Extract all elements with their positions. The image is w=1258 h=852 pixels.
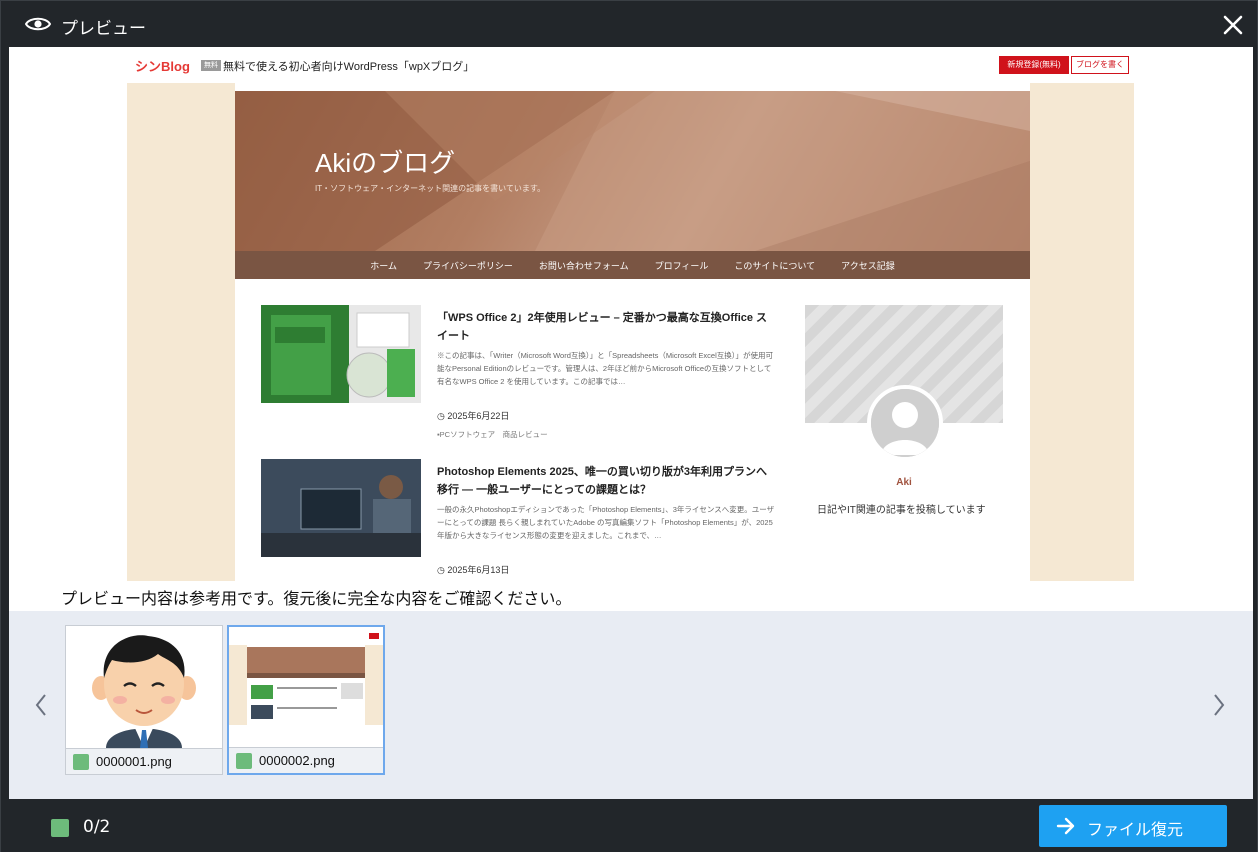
thumbnail-item[interactable]: 0000002.png	[227, 625, 385, 775]
blog-post: Photoshop Elements 2025、唯一の買い切り版が3年利用プラン…	[261, 459, 781, 581]
post-date: ◷ 2025年6月22日	[437, 411, 510, 421]
checkbox[interactable]	[73, 754, 89, 770]
restore-file-button[interactable]: ファイル復元	[1039, 805, 1227, 847]
post-excerpt: ※この記事は、「Writer（Microsoft Word互換）」と「Sprea…	[437, 351, 774, 386]
close-icon[interactable]	[1221, 13, 1245, 37]
chevron-right-icon[interactable]	[1209, 691, 1229, 719]
thumbnail-image	[66, 626, 222, 748]
write-blog-button: ブログを書く	[1071, 56, 1129, 74]
blog-description: IT・ソフトウェア・インターネット関連の記事を書いています。	[315, 184, 546, 193]
post-title: Photoshop Elements 2025、唯一の買い切り版が3年利用プラン…	[437, 466, 768, 496]
thumbnail-footer: 0000002.png	[229, 747, 383, 773]
main-panel: シンBlog 無料 無料で使える初心者向けWordPress「wpXブログ」 新…	[9, 47, 1253, 799]
blog-nav-item: プライバシーポリシー	[423, 261, 513, 271]
post-thumbnail	[261, 305, 421, 403]
post-date: ◷ 2025年6月13日	[437, 565, 510, 575]
blog-title: Akiのブログ	[315, 148, 456, 178]
bottom-bar: 0/2 ファイル復元	[1, 799, 1257, 852]
post-categories: ▪PCソフトウェア 商品レビュー	[437, 430, 548, 439]
blog-nav-item: ホーム	[370, 261, 398, 271]
thumbnail-footer: 0000001.png	[66, 748, 222, 774]
thumbnail-strip: 0000001.png 0000002.png	[9, 611, 1253, 799]
select-all-checkbox[interactable]	[51, 819, 69, 837]
title-bar: プレビュー	[1, 1, 1257, 47]
profile-text: 日記やIT関連の記事を投稿しています	[817, 505, 986, 516]
blog-nav-item: アクセス記録	[841, 261, 895, 271]
service-tagline: 無料で使える初心者向けWordPress「wpXブログ」	[223, 61, 475, 73]
thumbnail-filename: 0000002.png	[259, 753, 335, 768]
thumbnail-image	[229, 627, 383, 749]
post-date-text: 2025年6月22日	[447, 411, 510, 421]
free-tag: 無料	[201, 60, 221, 71]
blog-nav: ホーム プライバシーポリシー お問い合わせフォーム プロフィール このサイトにつ…	[235, 251, 1030, 279]
blog-content: Akiのブログ IT・ソフトウェア・インターネット関連の記事を書いています。 ホ…	[235, 83, 1030, 581]
post-title: 「WPS Office 2」2年使用レビュー – 定番かつ最高な互換Office…	[437, 312, 768, 342]
blog-service-header: シンBlog 無料 無料で使える初心者向けWordPress「wpXブログ」 新…	[135, 55, 1129, 77]
post-categories-text: PCソフトウェア 商品レビュー	[439, 430, 548, 439]
preview-window: プレビュー シンBlog 無料 無料で使える初心者向けWordPress「wpX…	[0, 0, 1258, 852]
preview-image: シンBlog 無料 無料で使える初心者向けWordPress「wpXブログ」 新…	[9, 47, 1253, 581]
window-title: プレビュー	[61, 19, 146, 39]
blog-nav-item: お問い合わせフォーム	[538, 261, 629, 271]
avatar	[867, 385, 943, 461]
thumbnail-item[interactable]: 0000001.png	[65, 625, 223, 775]
service-brand: シンBlog	[135, 59, 190, 74]
signup-button: 新規登録(無料)	[999, 56, 1069, 74]
blog-nav-item: このサイトについて	[734, 261, 816, 271]
post-thumbnail	[261, 459, 421, 557]
eye-icon	[25, 17, 51, 31]
checkbox[interactable]	[236, 753, 252, 769]
chevron-left-icon[interactable]	[31, 691, 51, 719]
selected-count: 0/2	[83, 817, 111, 837]
profile-name: Aki	[896, 477, 912, 488]
blog-nav-item: プロフィール	[654, 261, 709, 271]
blog-post: 「WPS Office 2」2年使用レビュー – 定番かつ最高な互換Office…	[261, 305, 781, 445]
arrow-right-icon	[1056, 817, 1075, 835]
blog-sidebar: Aki 日記やIT関連の記事を投稿しています	[805, 305, 1003, 581]
blog-header: Akiのブログ IT・ソフトウェア・インターネット関連の記事を書いています。	[235, 91, 1030, 251]
thumbnail-filename: 0000001.png	[96, 754, 172, 769]
preview-notice: プレビュー内容は参考用です。復元後に完全な内容をご確認ください。	[61, 589, 572, 608]
restore-file-label: ファイル復元	[1087, 820, 1184, 839]
post-excerpt: 一般の永久Photoshopエディションであった「Photoshop Eleme…	[437, 505, 775, 540]
post-date-text: 2025年6月13日	[447, 565, 510, 575]
